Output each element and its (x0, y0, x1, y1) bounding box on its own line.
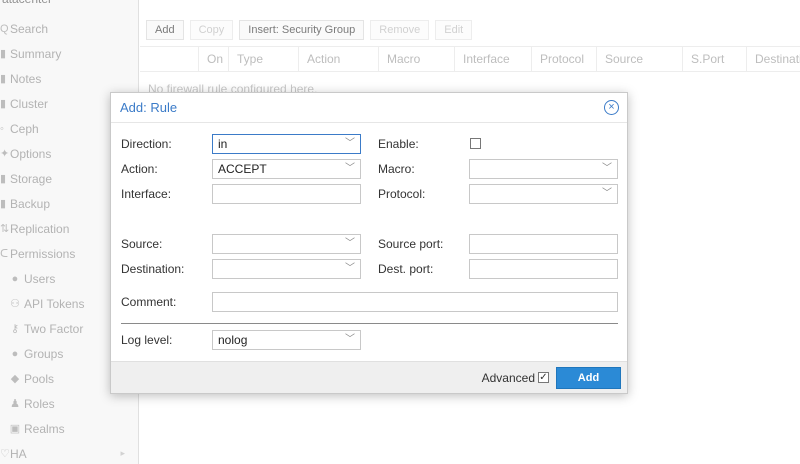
chevron-down-icon[interactable]: ﹀ (345, 235, 355, 253)
close-icon[interactable]: × (604, 100, 619, 115)
source-port-label: Source port: (378, 237, 444, 251)
action-value: ACCEPT (218, 162, 267, 176)
comment-input[interactable] (212, 292, 618, 312)
chevron-down-icon[interactable]: ﹀ (602, 185, 612, 203)
direction-value: in (218, 137, 228, 151)
chevron-down-icon[interactable]: ﹀ (345, 135, 355, 153)
comment-label: Comment: (121, 295, 177, 309)
log-level-label: Log level: (121, 333, 173, 347)
add-rule-dialog: Add: Rule × Direction: in ﹀ Enable: Acti… (110, 92, 628, 394)
dialog-footer: Advanced ✓ Add (111, 361, 627, 393)
chevron-down-icon[interactable]: ﹀ (345, 331, 355, 349)
action-select[interactable]: ACCEPT ﹀ (212, 159, 361, 179)
chevron-down-icon[interactable]: ﹀ (602, 160, 612, 178)
advanced-separator (121, 323, 618, 324)
direction-select[interactable]: in ﹀ (212, 134, 361, 154)
source-port-input[interactable] (469, 234, 618, 254)
chevron-down-icon[interactable]: ﹀ (345, 260, 355, 278)
destination-label: Destination: (121, 262, 185, 276)
dialog-header: Add: Rule × (111, 93, 627, 123)
advanced-checkbox[interactable]: ✓ (538, 372, 549, 383)
protocol-select[interactable]: ﹀ (469, 184, 618, 204)
source-label: Source: (121, 237, 163, 251)
log-level-select[interactable]: nolog ﹀ (212, 330, 361, 350)
interface-input[interactable] (212, 184, 361, 204)
enable-checkbox[interactable] (470, 138, 481, 149)
interface-label: Interface: (121, 187, 172, 201)
macro-select[interactable]: ﹀ (469, 159, 618, 179)
log-level-value: nolog (218, 333, 248, 347)
source-select[interactable]: ﹀ (212, 234, 361, 254)
action-label: Action: (121, 162, 158, 176)
enable-label: Enable: (378, 137, 419, 151)
direction-label: Direction: (121, 137, 172, 151)
advanced-label: Advanced (481, 371, 535, 385)
add-button[interactable]: Add (556, 367, 621, 389)
dest-port-input[interactable] (469, 259, 618, 279)
dest-port-label: Dest. port: (378, 262, 434, 276)
macro-label: Macro: (378, 162, 415, 176)
chevron-down-icon[interactable]: ﹀ (345, 160, 355, 178)
destination-select[interactable]: ﹀ (212, 259, 361, 279)
protocol-label: Protocol: (378, 187, 426, 201)
dialog-title: Add: Rule (120, 100, 178, 115)
